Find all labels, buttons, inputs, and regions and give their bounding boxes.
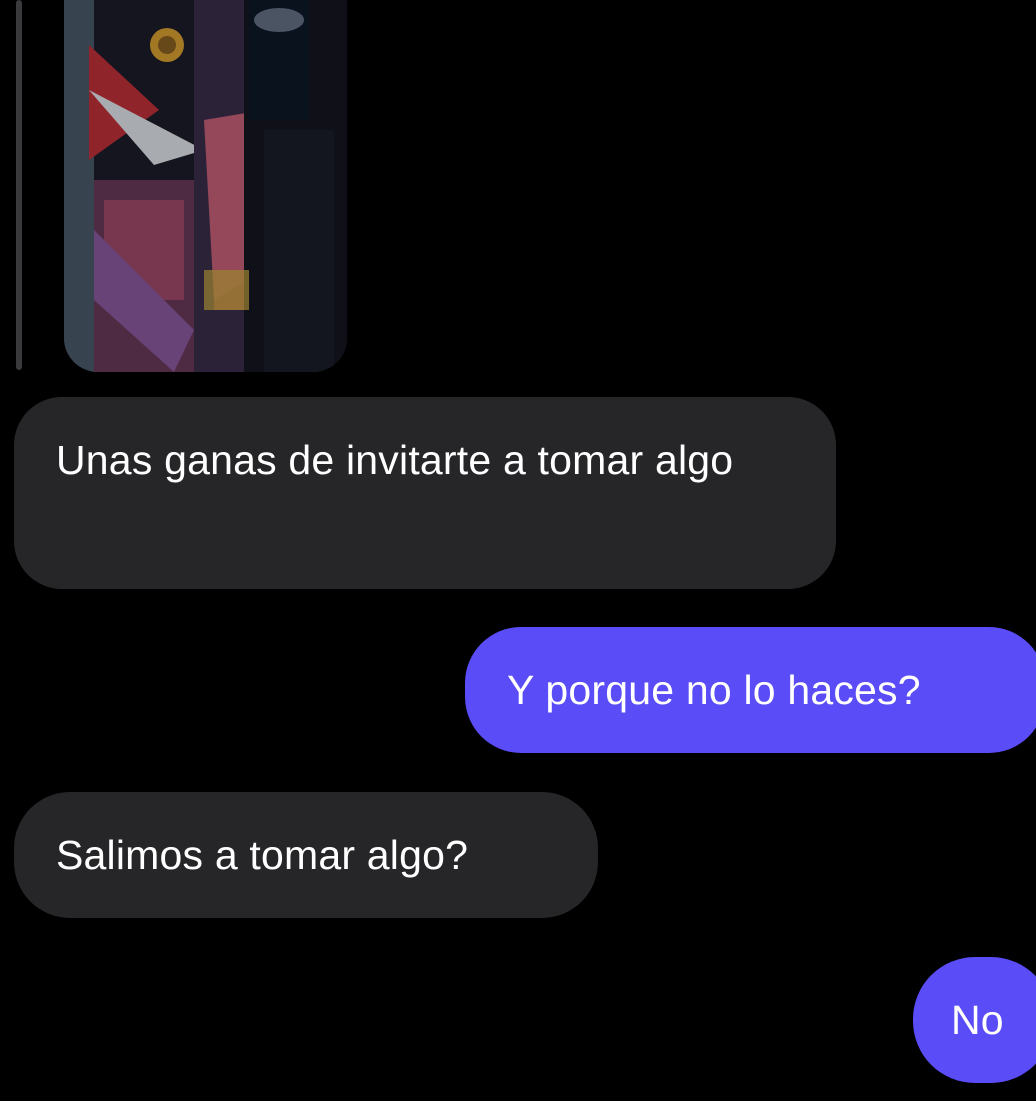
- message-text: Y porque no lo haces?: [507, 667, 921, 713]
- message-bubble-sent[interactable]: Y porque no lo haces?: [465, 627, 1036, 753]
- message-text: Salimos a tomar algo?: [56, 832, 469, 878]
- message-bubble-received[interactable]: Salimos a tomar algo?: [14, 792, 598, 918]
- story-image: [64, 0, 347, 372]
- story-image-thumbnail[interactable]: [64, 0, 347, 372]
- message-bubble-received[interactable]: Unas ganas de invitarte a tomar algo: [14, 397, 836, 589]
- message-bubble-sent[interactable]: No: [913, 957, 1036, 1083]
- message-text: No: [951, 997, 1004, 1043]
- message-text: Unas ganas de invitarte a tomar algo: [56, 437, 734, 483]
- story-reply-bar: [16, 0, 22, 370]
